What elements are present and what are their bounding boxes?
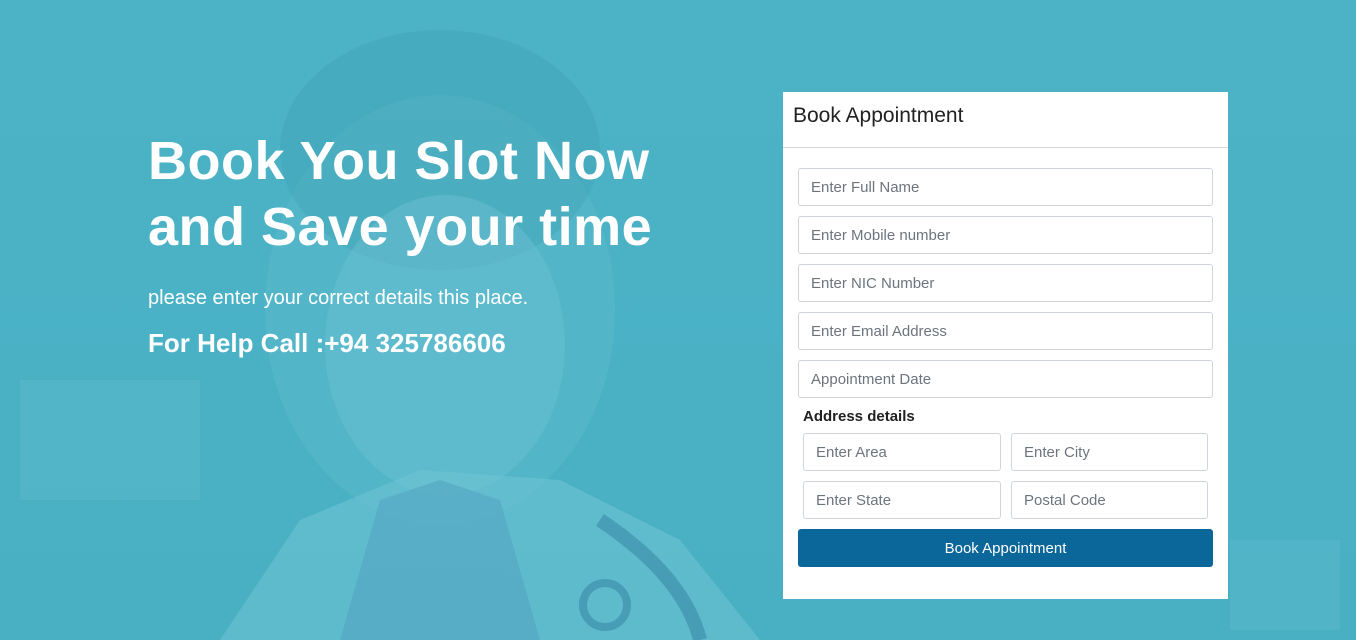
address-details-label: Address details — [803, 408, 915, 425]
appointment-date-input[interactable] — [798, 360, 1213, 398]
nic-number-input[interactable] — [798, 264, 1213, 302]
book-appointment-card: Book Appointment Address details Book Ap… — [783, 92, 1228, 599]
hero-text-block: Book You Slot Now and Save your time ple… — [148, 128, 708, 359]
postal-code-input[interactable] — [1011, 481, 1208, 519]
address-row-2 — [798, 481, 1213, 519]
card-title: Book Appointment — [783, 92, 1228, 148]
full-name-input[interactable] — [798, 168, 1213, 206]
book-appointment-button[interactable]: Book Appointment — [798, 529, 1213, 567]
address-row-1 — [798, 433, 1213, 471]
mobile-number-input[interactable] — [798, 216, 1213, 254]
city-input[interactable] — [1011, 433, 1208, 471]
area-input[interactable] — [803, 433, 1001, 471]
help-phone-text: For Help Call :+94 325786606 — [148, 328, 506, 358]
hero-title-line-1: Book You Slot Now — [148, 131, 650, 191]
appointment-form: Address details Book Appointment — [783, 148, 1228, 567]
state-input[interactable] — [803, 481, 1001, 519]
email-address-input[interactable] — [798, 312, 1213, 350]
hero-title-line-2: and Save your time — [148, 197, 653, 257]
hero-subtitle: please enter your correct details this p… — [148, 287, 529, 309]
hero-title: Book You Slot Now and Save your time — [148, 128, 708, 260]
